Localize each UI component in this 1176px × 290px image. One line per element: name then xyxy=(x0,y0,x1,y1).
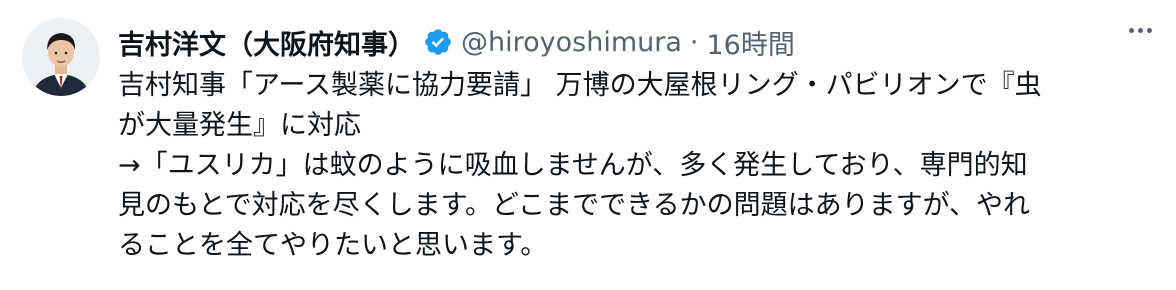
tweet-text-line: ることを全てやりたいと思います。 xyxy=(118,230,548,261)
tweet[interactable]: 吉村洋文（大阪府知事） @hiroyoshimura · 16時間 吉村知事「ア… xyxy=(0,0,1176,290)
tweet-text-line: 吉村知事「アース製薬に協力要請」 万博の大屋根リング・パビリオンで『虫 xyxy=(118,70,1042,101)
tweet-text-line: 見のもとで対応を尽くします。どこまでできるかの問題はありますが、やれ xyxy=(118,190,1031,221)
author-handle[interactable]: @hiroyoshimura xyxy=(461,27,682,58)
avatar[interactable] xyxy=(22,18,100,96)
dot xyxy=(1138,28,1143,33)
more-options-icon[interactable] xyxy=(1129,28,1152,33)
tweet-header: 吉村洋文（大阪府知事） @hiroyoshimura · 16時間 xyxy=(118,20,1152,64)
tweet-text-line: →「ユスリカ」は蚊のように吸血しませんが、多く発生しており、専門的知 xyxy=(118,150,1028,181)
dot xyxy=(1129,28,1134,33)
header-separator: · xyxy=(689,26,699,58)
tweet-text-line: が大量発生』に対応 xyxy=(118,110,361,141)
verified-badge-icon xyxy=(425,29,451,55)
author-display-name[interactable]: 吉村洋文（大阪府知事） xyxy=(118,23,415,62)
tweet-content: 吉村洋文（大阪府知事） @hiroyoshimura · 16時間 吉村知事「ア… xyxy=(118,18,1152,290)
dot xyxy=(1147,28,1152,33)
tweet-text: 吉村知事「アース製薬に協力要請」 万博の大屋根リング・パビリオンで『虫 が大量発… xyxy=(118,66,1152,266)
avatar-image xyxy=(22,18,100,96)
timestamp[interactable]: 16時間 xyxy=(706,23,794,62)
